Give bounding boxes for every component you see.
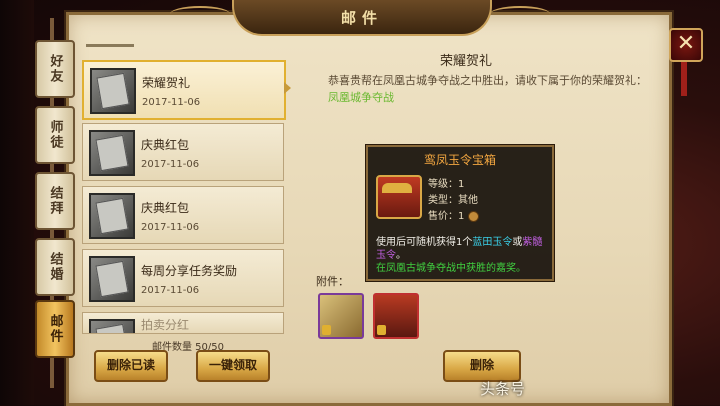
watermark-text: 头条号 — [480, 380, 526, 398]
selected-arrow-icon — [284, 82, 291, 94]
mail-detail-heading: 荣耀贺礼 — [440, 54, 493, 69]
title-ornament-right — [490, 6, 550, 22]
mail-date: 2017-11-06 — [142, 97, 201, 108]
tooltip-price: 售价：1 — [428, 207, 479, 222]
mail-date: 2017-11-06 — [141, 285, 200, 296]
close-button[interactable]: ✕ — [669, 28, 703, 62]
mail-item[interactable]: 庆典红包 2017-11-06 — [82, 123, 284, 181]
mail-title: 每周分享任务奖励 — [141, 264, 238, 278]
title-banner: 邮件 — [232, 0, 492, 36]
treasure-chest-icon — [376, 175, 422, 219]
tab-mail[interactable]: 邮件 — [35, 300, 75, 358]
attachment-scroll-item[interactable] — [318, 293, 364, 339]
tooltip-desc-end: 。 — [396, 250, 406, 261]
list-scroll-indicator — [86, 44, 134, 47]
mail-date: 2017-11-06 — [141, 222, 200, 233]
tooltip-desc-green: 在凤凰古城争夺战中获胜的嘉奖。 — [376, 263, 526, 274]
mail-item[interactable]: 拍卖分红 — [82, 312, 284, 334]
mail-body-highlight: 凤凰城争夺战 — [328, 91, 394, 104]
tooltip-item-cyan: 蓝田玉令 — [472, 237, 513, 248]
lock-icon — [322, 325, 331, 335]
mail-letter-icon — [89, 193, 135, 239]
title-ornament-left — [170, 6, 230, 22]
tooltip-desc-text: 使用后可随机获得1个 — [376, 237, 473, 248]
attachment-chest-item[interactable] — [373, 293, 419, 339]
mail-letter-icon — [89, 256, 135, 302]
tab-friends[interactable]: 好友 — [35, 40, 75, 98]
background-left — [0, 0, 34, 405]
coin-icon — [467, 210, 479, 222]
lock-icon — [377, 325, 386, 335]
window-title: 邮件 — [340, 8, 383, 27]
mail-title: 荣耀贺礼 — [142, 76, 191, 90]
mail-item[interactable]: 庆典红包 2017-11-06 — [82, 186, 284, 244]
mail-detail-body: 恭喜贵帮在凤凰古城争夺战之中胜出，请收下属于你的荣耀贺礼： 凤凰城争夺战 — [328, 72, 658, 106]
mail-item[interactable]: 每周分享任务奖励 2017-11-06 — [82, 249, 284, 307]
mail-letter-icon — [89, 130, 135, 176]
mail-date: 2017-11-06 — [141, 159, 200, 170]
tooltip-description: 使用后可随机获得1个蓝田玉令或紫髓玉令。 在凤凰古城争夺战中获胜的嘉奖。 — [376, 236, 546, 275]
tooltip-type: 类型：其他 — [428, 195, 478, 206]
attachments-label: 附件： — [316, 275, 349, 288]
tooltip-level: 等级：1 — [428, 179, 465, 190]
mail-title: 拍卖分红 — [141, 318, 190, 332]
mail-body-text: 恭喜贵帮在凤凰古城争夺战之中胜出，请收下属于你的荣耀贺礼： — [328, 74, 647, 87]
delete-read-button[interactable]: 删除已读 — [94, 350, 168, 382]
item-tooltip: 鸾凤玉令宝箱 等级：1 类型：其他 售价：1 使用后可随机获得1个蓝田玉令或紫髓… — [366, 145, 554, 281]
tooltip-item-name: 鸾凤玉令宝箱 — [423, 153, 496, 167]
tooltip-desc-or: 或 — [512, 237, 523, 248]
tab-mentor[interactable]: 师徒 — [35, 106, 75, 164]
close-tassel — [681, 62, 687, 96]
tab-marriage[interactable]: 结婚 — [35, 238, 75, 296]
tab-sworn[interactable]: 结拜 — [35, 172, 75, 230]
mail-title: 庆典红包 — [141, 201, 190, 215]
claim-all-button[interactable]: 一键领取 — [196, 350, 270, 382]
mail-letter-icon — [89, 319, 135, 333]
mail-letter-icon — [90, 68, 136, 114]
mail-item[interactable]: 荣耀贺礼 2017-11-06 — [82, 60, 286, 120]
mail-title: 庆典红包 — [141, 138, 190, 152]
tooltip-price-label: 售价：1 — [428, 211, 465, 222]
